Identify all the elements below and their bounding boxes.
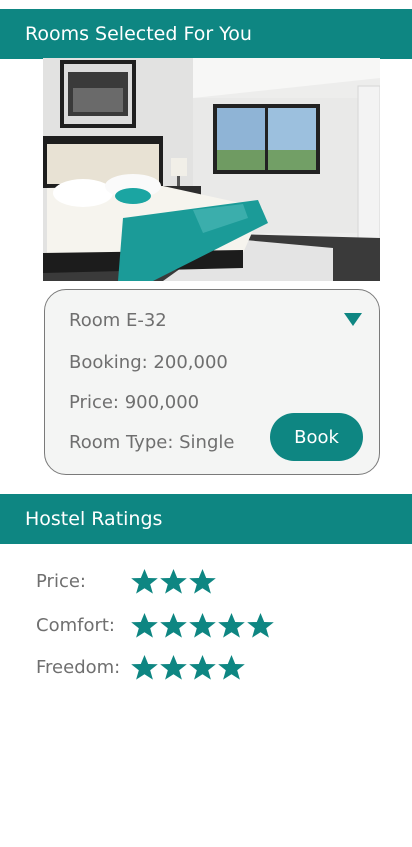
star-rating-freedom [130,654,246,681]
star-icon [188,568,217,595]
room-price: Price: 900,000 [69,392,200,413]
rating-row-freedom: Freedom: [36,652,246,682]
book-button[interactable]: Book [270,413,363,461]
room-title: Room E-32 [69,310,167,331]
star-icon [159,568,188,595]
rooms-section-header: Rooms Selected For You [0,9,412,59]
rating-label-comfort: Comfort: [36,614,115,636]
rating-label-price: Price: [36,570,86,592]
rating-label-freedom: Freedom: [36,656,121,678]
star-icon [217,654,246,681]
rooms-section-title: Rooms Selected For You [25,23,252,45]
star-icon [159,612,188,639]
star-icon [246,612,275,639]
star-icon [188,612,217,639]
star-icon [130,654,159,681]
booking-amount: Booking: 200,000 [69,352,228,373]
room-photo [43,58,380,281]
star-icon [159,654,188,681]
ratings-section-header: Hostel Ratings [0,494,412,544]
star-icon [188,654,217,681]
star-icon [130,568,159,595]
ratings-section-title: Hostel Ratings [25,508,163,530]
dropdown-arrow-icon[interactable] [344,313,362,326]
rating-row-comfort: Comfort: [36,610,275,640]
star-rating-price [130,568,217,595]
star-icon [130,612,159,639]
room-type: Room Type: Single [69,432,235,453]
room-card: Room E-32 Booking: 200,000 Price: 900,00… [44,289,380,475]
star-icon [217,612,246,639]
rating-row-price: Price: [36,566,217,596]
star-rating-comfort [130,612,275,639]
